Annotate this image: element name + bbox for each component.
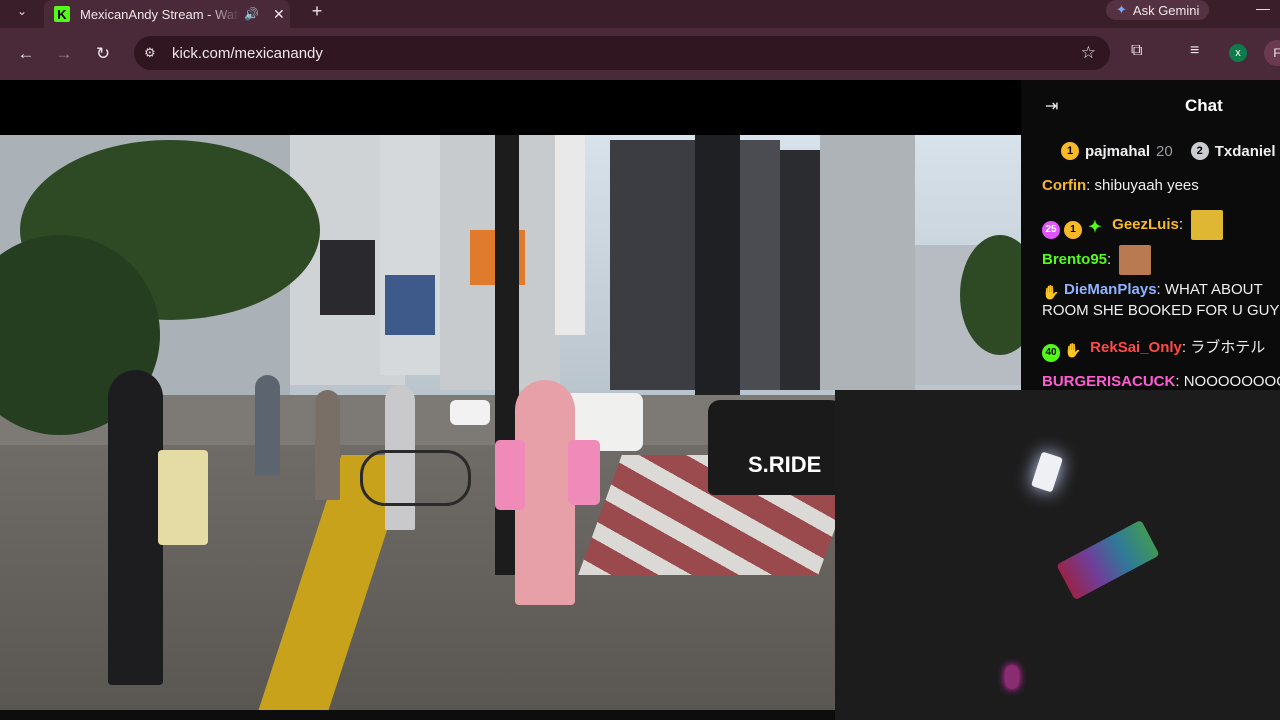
pedestrian	[108, 370, 163, 685]
webcam-overlay	[835, 390, 1280, 720]
browser-tab[interactable]: K MexicanAndy Stream - Watch Live on Kic…	[44, 0, 290, 28]
car	[450, 400, 490, 425]
chat-text: ラブホテル	[1190, 339, 1266, 356]
hand-badge-icon: ✋	[1042, 284, 1060, 300]
gifter-name[interactable]: Txdaniel	[1215, 143, 1276, 160]
ask-gemini-button[interactable]: ✦ Ask Gemini	[1106, 0, 1210, 20]
bicycle	[360, 450, 471, 506]
player-bottom-edge	[0, 710, 835, 720]
gifter-count: 20	[1156, 142, 1173, 160]
chat-username[interactable]: DieManPlays	[1064, 281, 1157, 298]
chat-username[interactable]: Corfin	[1042, 177, 1086, 194]
extension-avatar[interactable]: x	[1229, 44, 1247, 62]
sub-badge: 40	[1042, 344, 1060, 362]
chat-title: Chat	[1185, 96, 1223, 115]
chat-username[interactable]: Brento95	[1042, 251, 1107, 268]
tote-bag	[158, 450, 208, 545]
minimize-icon[interactable]: —	[1256, 0, 1270, 16]
hand-badge-icon: ✋	[1064, 342, 1082, 358]
chat-text: WHAT ABOUT	[1164, 281, 1263, 298]
chat-username[interactable]: BURGERISACUCK	[1042, 373, 1175, 390]
browser-toolbar: ← → ↻ ⚙ kick.com/mexicanandy ☆ ⧉ ≡ x F	[0, 28, 1280, 80]
verified-badge-icon: ✦	[1088, 218, 1102, 236]
pink-bag	[495, 440, 525, 510]
building	[780, 150, 820, 390]
kick-favicon-icon: K	[54, 6, 70, 22]
ask-gemini-label: Ask Gemini	[1132, 2, 1200, 18]
chat-header: ⇥ Chat	[1021, 80, 1280, 132]
media-control-icon[interactable]: ≡	[1190, 42, 1199, 60]
laugh-emote-icon	[1191, 210, 1224, 240]
building	[740, 140, 780, 390]
gemini-icon: ✦	[1116, 2, 1127, 17]
chat-message: ✋ DieManPlays: WHAT ABOUT ROOM SHE BOOKED…	[1042, 281, 1280, 319]
new-tab-button[interactable]: +	[306, 0, 328, 22]
profile-avatar[interactable]: F	[1264, 40, 1280, 66]
building	[820, 135, 915, 390]
chat-username[interactable]: GeezLuis	[1112, 216, 1179, 233]
chat-message: Corfin: shibuyaah yees	[1042, 177, 1199, 194]
chat-username[interactable]: RekSai_Only	[1090, 339, 1182, 356]
chat-message: 25 1 ✦ GeezLuis:	[1042, 210, 1224, 240]
rank-badge: 1	[1061, 142, 1079, 160]
rgb-mouse	[1005, 665, 1019, 689]
chat-message: BURGERISACUCK: NOOOOOOOO	[1042, 372, 1280, 392]
led-screen	[385, 275, 435, 335]
building	[380, 135, 440, 375]
speaker-icon[interactable]: 🔊	[244, 7, 259, 21]
van-text: S.RIDE	[748, 452, 822, 477]
face-emote-icon	[1119, 245, 1152, 275]
chat-text-continued: ROOM SHE BOOKED FOR U GUY	[1042, 302, 1280, 319]
address-bar[interactable]: ⚙ kick.com/mexicanandy ☆	[134, 36, 1110, 70]
gifter-name[interactable]: pajmahal	[1085, 143, 1150, 160]
bookmark-star-icon[interactable]: ☆	[1081, 43, 1096, 63]
tab-title: MexicanAndy Stream - Watch Live on Kick	[80, 6, 240, 22]
tab-search-icon[interactable]: ⌄	[8, 0, 36, 22]
forward-icon[interactable]: →	[52, 42, 76, 66]
billboard	[320, 240, 375, 315]
chat-text: shibuyaah yees	[1094, 177, 1199, 194]
tab-strip: ⌄ K MexicanAndy Stream - Watch Live on K…	[0, 0, 1280, 28]
chat-text: NOOOOOOOO	[1183, 373, 1280, 390]
pink-bag	[568, 440, 600, 505]
building	[610, 140, 695, 390]
gifter-badge: 1	[1064, 220, 1082, 239]
chat-message: Brento95:	[1042, 245, 1152, 275]
top-gifters: 1 pajmahal 20 2 Txdaniel	[1061, 142, 1280, 160]
site-info-icon[interactable]: ⚙	[144, 45, 162, 61]
extensions-icon[interactable]: ⧉	[1131, 42, 1142, 60]
sub-badge: 25	[1042, 220, 1060, 239]
url-text[interactable]: kick.com/mexicanandy	[172, 45, 323, 62]
chat-panel: ⇥ Chat 1 pajmahal 20 2 Txdaniel Corfin: …	[1021, 80, 1280, 390]
back-icon[interactable]: ←	[14, 42, 38, 66]
collapse-chat-icon[interactable]: ⇥	[1045, 96, 1058, 116]
rank-badge: 2	[1190, 142, 1209, 160]
sign-tower	[555, 135, 585, 335]
building	[695, 135, 740, 395]
van: S.RIDE	[708, 400, 848, 495]
close-tab-icon[interactable]: ✕	[273, 6, 285, 23]
pedestrian	[255, 375, 280, 475]
reload-icon[interactable]: ↻	[91, 42, 115, 66]
chat-message: 40 ✋ RekSai_Only: ラブホテル	[1042, 338, 1265, 362]
pedestrian	[315, 390, 340, 500]
